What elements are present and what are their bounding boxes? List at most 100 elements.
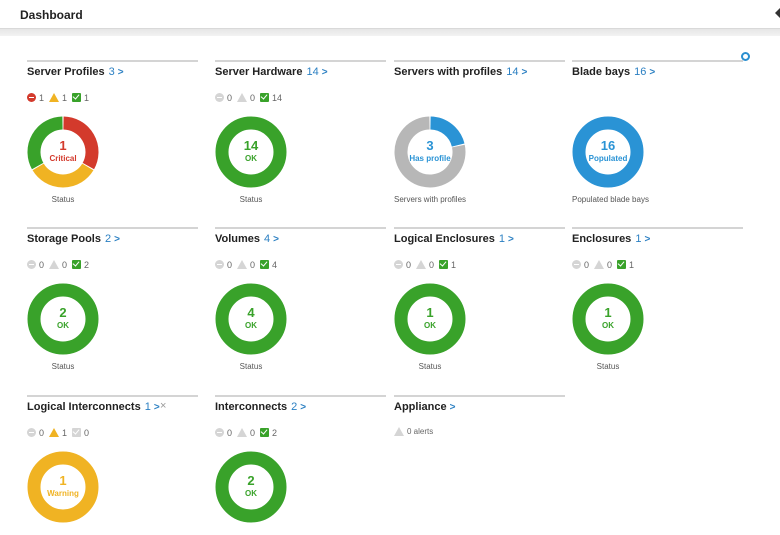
ok-icon: [617, 260, 627, 270]
panel-interconnects: Interconnects 2 >0 0 2 2 OK: [215, 395, 386, 535]
panel-count-link[interactable]: 2: [105, 233, 111, 245]
panel-count-link[interactable]: 3: [109, 66, 115, 78]
status-ok[interactable]: 14: [260, 92, 282, 103]
status-warning[interactable]: 0: [237, 259, 255, 270]
status-warning[interactable]: 0: [237, 427, 255, 438]
status-critical[interactable]: 0: [215, 427, 232, 438]
panel-title-link[interactable]: Server Profiles: [27, 66, 105, 78]
panel-header: Logical Enclosures 1 >: [394, 232, 514, 247]
panel-count-link[interactable]: 4: [264, 233, 270, 245]
panel-count-link[interactable]: 2: [291, 401, 297, 413]
panel-count-link[interactable]: 16: [634, 66, 646, 78]
warning-icon: [237, 93, 248, 103]
status-ok[interactable]: 1: [439, 259, 456, 270]
chevron-right-icon[interactable]: >: [644, 234, 650, 245]
alerts-summary: 0 alerts: [394, 427, 434, 437]
chevron-right-icon[interactable]: >: [114, 234, 120, 245]
status-ok[interactable]: 1: [72, 92, 89, 103]
status-warning[interactable]: 1: [49, 92, 67, 103]
donut-chart[interactable]: 1 Critical: [27, 116, 99, 188]
panel-title-link[interactable]: Server Hardware: [215, 66, 302, 78]
chevron-right-icon[interactable]: >: [649, 67, 655, 78]
warning-icon: [394, 427, 404, 437]
status-critical[interactable]: 0: [215, 259, 232, 270]
panel-title-link[interactable]: Volumes: [215, 233, 260, 245]
status-critical[interactable]: 0: [572, 259, 589, 270]
donut-value: 1: [604, 305, 612, 320]
status-ok[interactable]: 2: [72, 259, 89, 270]
status-count: 1: [84, 92, 90, 103]
donut-chart[interactable]: 1 Warning: [27, 451, 99, 523]
donut-chart[interactable]: 16 Populated: [572, 116, 644, 188]
ok-icon: [72, 93, 82, 103]
chevron-right-icon[interactable]: >: [154, 402, 160, 413]
chevron-right-icon[interactable]: >: [300, 402, 306, 413]
panel-divider: [572, 227, 743, 229]
chevron-right-icon[interactable]: >: [322, 67, 328, 78]
donut-caption: Status: [596, 362, 620, 371]
chevron-right-icon[interactable]: >: [273, 234, 279, 245]
panel-title-link[interactable]: Enclosures: [572, 233, 631, 245]
critical-icon: [394, 260, 403, 270]
status-critical[interactable]: 0: [27, 259, 44, 270]
status-count: 2: [84, 259, 90, 270]
chevron-right-icon[interactable]: >: [450, 402, 456, 413]
donut-chart[interactable]: 1 OK: [394, 283, 466, 355]
panel-server-hardware: Server Hardware 14 >0 0 14 14 OK Status: [215, 60, 386, 204]
panel-title-link[interactable]: Logical Interconnects: [27, 401, 141, 413]
panel-title-link[interactable]: Logical Enclosures: [394, 233, 495, 245]
status-warning[interactable]: 0: [237, 92, 255, 103]
panel-count-link[interactable]: 1: [499, 233, 505, 245]
ok-icon: [260, 260, 270, 270]
status-ok[interactable]: 1: [617, 259, 634, 270]
chevron-right-icon[interactable]: >: [118, 67, 124, 78]
panel-header: Logical Interconnects 1 >: [27, 400, 160, 415]
status-count: 0: [39, 427, 45, 438]
status-count: 0: [227, 92, 233, 103]
status-critical[interactable]: 0: [394, 259, 411, 270]
panel-divider: [27, 227, 198, 229]
donut-value: 2: [247, 473, 255, 488]
chevron-right-icon[interactable]: >: [508, 234, 514, 245]
panel-count-link[interactable]: 14: [306, 66, 318, 78]
panel-title-link[interactable]: Blade bays: [572, 66, 630, 78]
donut-chart[interactable]: 3 Has profile: [394, 116, 466, 188]
donut-chart[interactable]: 2 OK: [215, 451, 287, 523]
status-ok[interactable]: 2: [260, 427, 277, 438]
chevron-right-icon[interactable]: >: [521, 67, 527, 78]
status-critical[interactable]: 0: [215, 92, 232, 103]
critical-icon: [27, 93, 36, 103]
panel-title-link[interactable]: Interconnects: [215, 401, 287, 413]
panel-title-link[interactable]: Appliance: [394, 401, 447, 413]
donut-chart[interactable]: 1 OK: [572, 283, 644, 355]
donut-label: OK: [57, 321, 69, 330]
donut-chart[interactable]: 14 OK: [215, 116, 287, 188]
status-count: 1: [62, 92, 68, 103]
status-critical[interactable]: 1: [27, 92, 44, 103]
status-ok[interactable]: 0: [72, 427, 89, 438]
panel-header: Server Profiles 3 >: [27, 65, 124, 80]
donut-chart[interactable]: 4 OK: [215, 283, 287, 355]
alerts-label: 0 alerts: [407, 427, 434, 437]
collapse-icon[interactable]: [775, 8, 780, 18]
status-count: 0: [84, 427, 90, 438]
status-warning[interactable]: 0: [49, 259, 67, 270]
close-icon[interactable]: ×: [160, 400, 166, 412]
panel-count-link[interactable]: 14: [506, 66, 518, 78]
status-warning[interactable]: 1: [49, 427, 67, 438]
panel-count-link[interactable]: 1: [635, 233, 641, 245]
status-ok[interactable]: 4: [260, 259, 277, 270]
panel-count-link[interactable]: 1: [145, 401, 151, 413]
critical-icon: [27, 428, 36, 438]
donut-caption: Populated blade bays: [572, 195, 649, 204]
panel-server-profiles: Server Profiles 3 >1 1 1 1 Critical Status: [27, 60, 198, 204]
donut-chart[interactable]: 2 OK: [27, 283, 99, 355]
status-count: 0: [227, 259, 233, 270]
status-critical[interactable]: 0: [27, 427, 44, 438]
status-warning[interactable]: 0: [416, 259, 434, 270]
panel-title-link[interactable]: Storage Pools: [27, 233, 101, 245]
panel-title-link[interactable]: Servers with profiles: [394, 66, 502, 78]
donut-value: 1: [59, 473, 67, 488]
status-warning[interactable]: 0: [594, 259, 612, 270]
ok-icon: [72, 260, 82, 270]
